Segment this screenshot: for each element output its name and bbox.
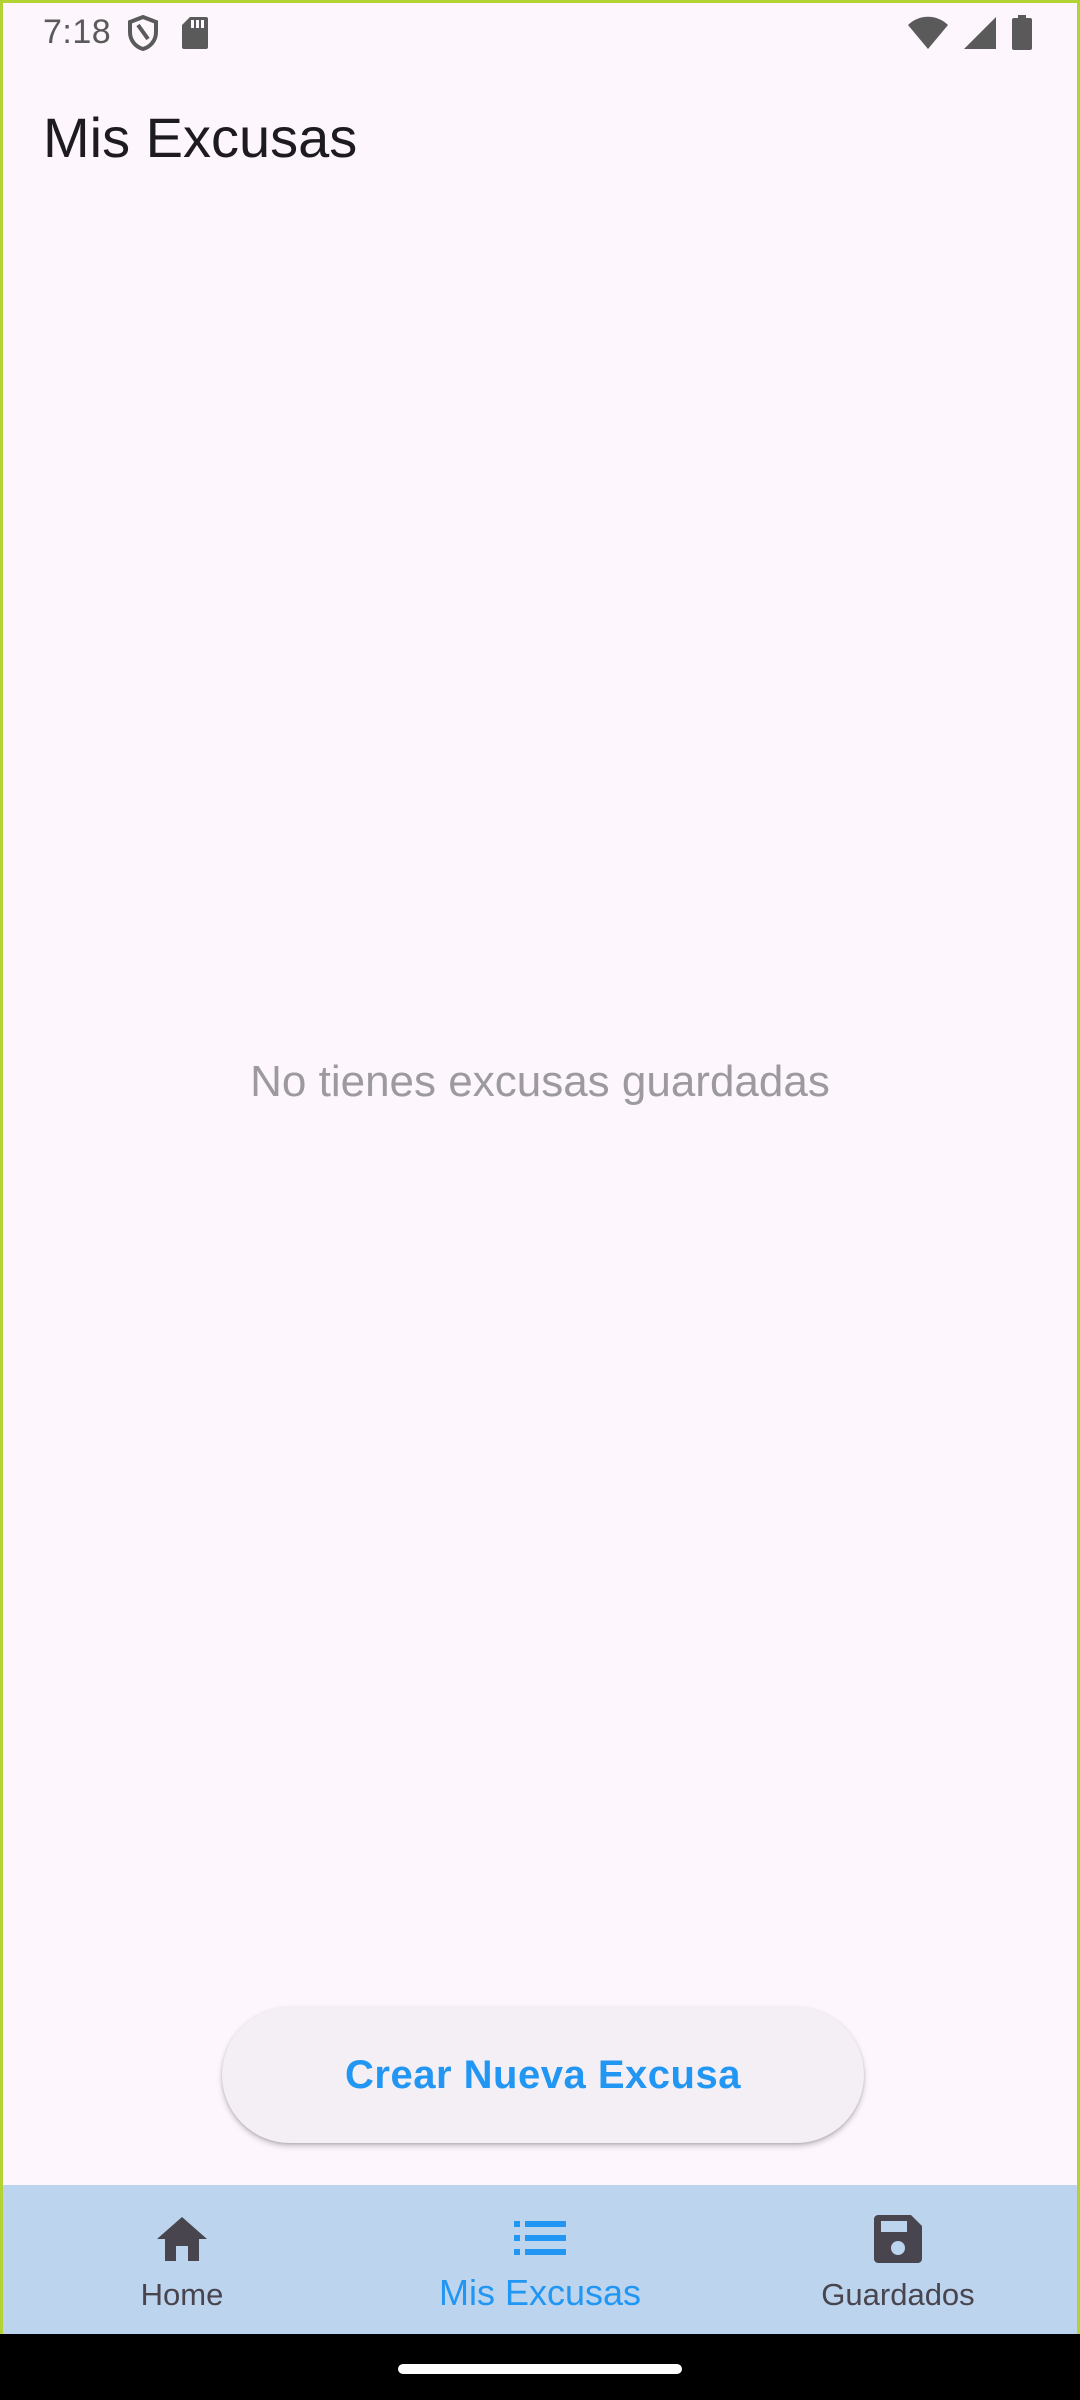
nav-label-guardados: Guardados <box>821 2277 975 2312</box>
sd-card-icon <box>181 16 209 50</box>
system-gesture-area <box>0 2334 1080 2400</box>
status-bar: 7:18 <box>3 3 1077 67</box>
shield-icon <box>127 15 159 51</box>
save-icon <box>873 2209 923 2269</box>
status-left-icons <box>127 15 209 51</box>
gesture-handle[interactable] <box>398 2364 682 2374</box>
empty-state-message: No tienes excusas guardadas <box>250 1057 830 1106</box>
nav-item-guardados[interactable]: Guardados <box>719 2185 1077 2334</box>
nav-label-home: Home <box>140 2277 224 2312</box>
home-icon <box>155 2209 209 2269</box>
bottom-navigation: Home Mis Excusas Guardados <box>3 2185 1077 2334</box>
cellular-signal-icon <box>963 16 997 50</box>
create-excuse-button[interactable]: Crear Nueva Excusa <box>222 2007 864 2143</box>
nav-label-mis-excusas: Mis Excusas <box>438 2272 642 2313</box>
status-time: 7:18 <box>43 13 112 51</box>
nav-item-home[interactable]: Home <box>3 2185 361 2334</box>
page-title: Mis Excusas <box>43 106 358 169</box>
nav-item-mis-excusas[interactable]: Mis Excusas <box>361 2185 719 2334</box>
wifi-icon <box>907 16 949 50</box>
app-bar: Mis Excusas <box>3 87 1077 197</box>
status-right-icons <box>907 15 1033 51</box>
list-icon <box>514 2208 566 2268</box>
battery-icon <box>1011 15 1033 51</box>
app-screen: 7:18 Mis Excusas No tienes excusas guard… <box>0 0 1080 2334</box>
